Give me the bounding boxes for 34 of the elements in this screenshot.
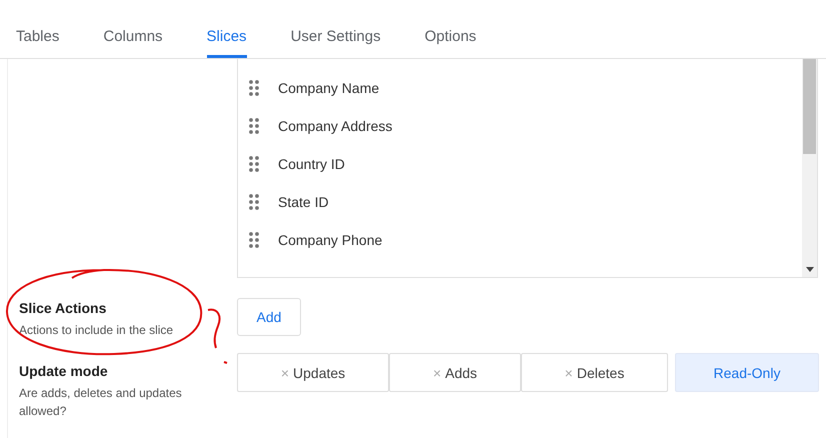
mode-option[interactable]: × Adds	[389, 353, 521, 392]
column-name: State ID	[278, 194, 329, 210]
tab[interactable]: Tables	[16, 18, 60, 58]
column-name: Country ID	[278, 156, 345, 172]
section-description: Actions to include in the slice	[19, 322, 174, 339]
mode-option[interactable]: × Deletes	[521, 353, 668, 392]
tab[interactable]: Options	[424, 18, 476, 58]
column-name: Company Name	[278, 80, 380, 96]
column-name: Company Phone	[278, 232, 382, 248]
scroll-down-icon[interactable]	[806, 267, 814, 272]
close-icon: ×	[432, 364, 442, 380]
drag-handle-icon[interactable]	[249, 80, 259, 96]
column-item[interactable]: Company Address	[238, 107, 802, 145]
tab[interactable]: Slices	[206, 18, 247, 58]
mode-option[interactable]: Read-Only	[675, 353, 819, 392]
scrollbar[interactable]	[802, 59, 817, 277]
drag-handle-icon[interactable]	[249, 232, 259, 248]
column-item[interactable]: Company Name	[238, 69, 802, 107]
section-title: Slice Actions	[19, 300, 108, 316]
column-item[interactable]: Country ID	[238, 145, 802, 183]
tab[interactable]: Columns	[103, 18, 163, 58]
close-icon: ×	[564, 364, 573, 380]
drag-handle-icon[interactable]	[249, 118, 259, 134]
drag-handle-icon[interactable]	[249, 156, 259, 172]
mode-option[interactable]: × Updates	[237, 353, 389, 392]
section-title: Update mode	[19, 363, 109, 379]
tab[interactable]: User Settings	[290, 18, 381, 58]
section-description: Are adds, deletes and updates allowed?	[19, 385, 183, 420]
drag-handle-icon[interactable]	[249, 194, 259, 210]
add-button[interactable]: Add	[237, 298, 301, 336]
close-icon: ×	[280, 364, 290, 380]
column-item[interactable]: Company Phone	[238, 221, 802, 259]
column-name: Company Address	[278, 118, 392, 134]
column-item[interactable]: State ID	[238, 183, 802, 221]
